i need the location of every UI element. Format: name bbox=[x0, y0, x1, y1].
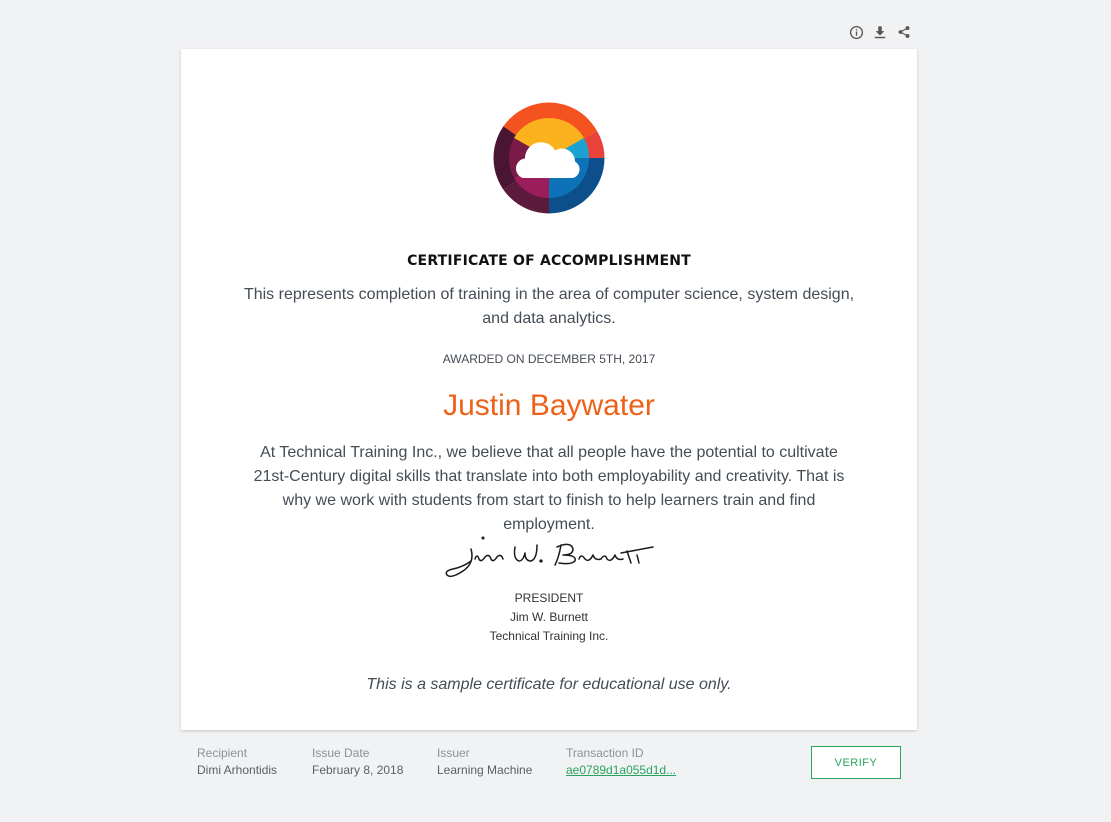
issue-date-label: Issue Date bbox=[312, 746, 370, 760]
transaction-label: Transaction ID bbox=[566, 746, 644, 760]
info-icon[interactable] bbox=[848, 24, 864, 40]
share-icon[interactable] bbox=[896, 24, 912, 40]
meta-transaction: Transaction ID ae0789d1a055d1d... bbox=[566, 746, 676, 778]
signer-org: Technical Training Inc. bbox=[489, 629, 609, 643]
issuer-logo bbox=[493, 102, 605, 214]
signature bbox=[441, 535, 657, 585]
certificate-title: CERTIFICATE OF ACCOMPLISHMENT bbox=[407, 253, 691, 269]
meta-recipient: Recipient Dimi Arhontidis bbox=[197, 746, 277, 778]
issuer-label: Issuer bbox=[437, 746, 470, 760]
certificate-body: At Technical Training Inc., we believe t… bbox=[253, 444, 845, 533]
signer-block: PRESIDENT Jim W. Burnett Technical Train… bbox=[181, 589, 917, 646]
awarded-date: AWARDED ON DECEMBER 5TH, 2017 bbox=[442, 352, 656, 366]
recipient-label: Recipient bbox=[197, 746, 248, 760]
issuer-value: Learning Machine bbox=[437, 763, 533, 777]
download-icon[interactable] bbox=[872, 24, 888, 40]
signer-name: Jim W. Burnett bbox=[509, 610, 589, 624]
recipient-name: Justin Baywater bbox=[443, 389, 655, 422]
certificate-card: CERTIFICATE OF ACCOMPLISHMENT This repre… bbox=[181, 49, 917, 730]
transaction-id-link[interactable]: ae0789d1a055d1d... bbox=[566, 762, 676, 778]
meta-issuer: Issuer Learning Machine bbox=[437, 746, 532, 778]
issue-date-value: February 8, 2018 bbox=[312, 763, 404, 777]
signer-title: PRESIDENT bbox=[514, 591, 584, 605]
verify-button[interactable]: VERIFY bbox=[811, 746, 901, 779]
toolbar bbox=[848, 24, 912, 40]
recipient-value: Dimi Arhontidis bbox=[197, 763, 278, 777]
meta-issue-date: Issue Date February 8, 2018 bbox=[312, 746, 403, 778]
sample-note: This is a sample certificate for educati… bbox=[366, 676, 732, 693]
certificate-description: This represents completion of training i… bbox=[243, 286, 855, 327]
